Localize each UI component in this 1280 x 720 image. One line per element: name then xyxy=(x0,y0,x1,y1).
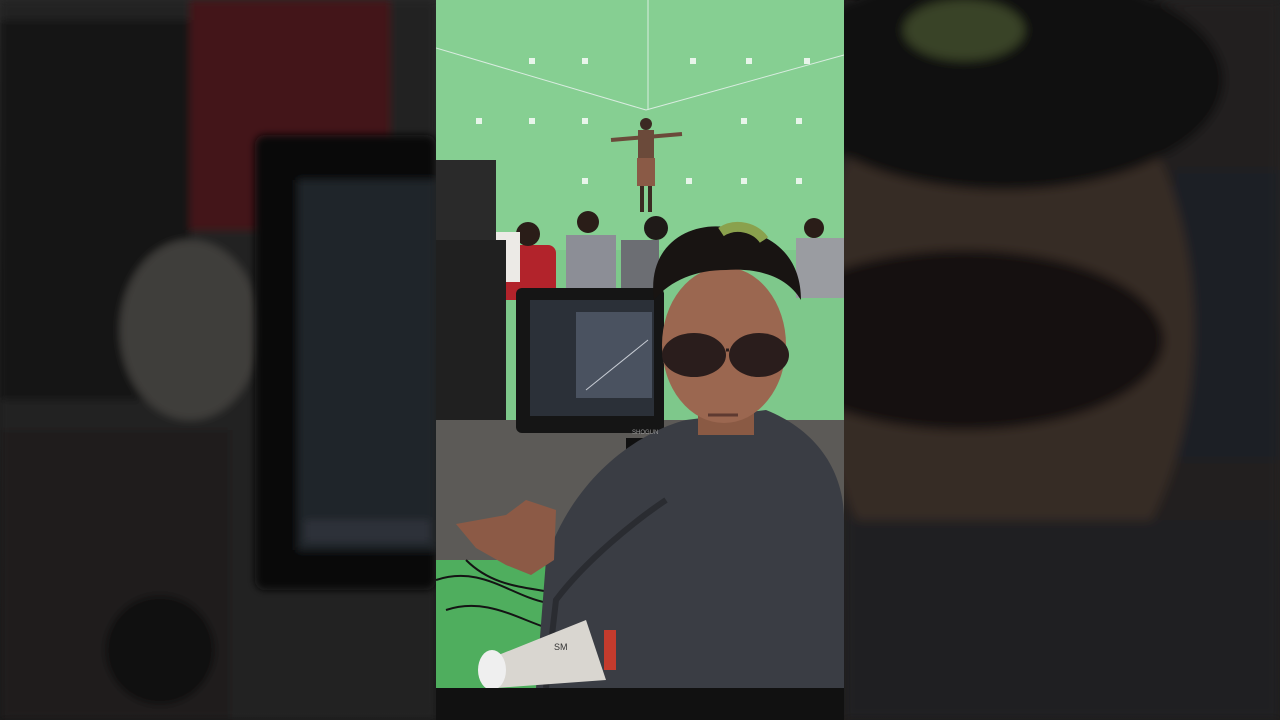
right-blur-illustration xyxy=(844,0,1280,720)
video-frame: SM SHOGUN xyxy=(436,0,844,688)
left-blurred-background xyxy=(0,0,436,720)
megaphone-label: SM xyxy=(554,642,568,652)
green-screen-scene: SM SHOGUN xyxy=(436,0,844,688)
monitor-brand-label: SHOGUN xyxy=(632,430,658,436)
frame-bottom-bar xyxy=(436,688,844,720)
right-blurred-background xyxy=(844,0,1280,720)
left-blur-illustration xyxy=(0,0,436,720)
